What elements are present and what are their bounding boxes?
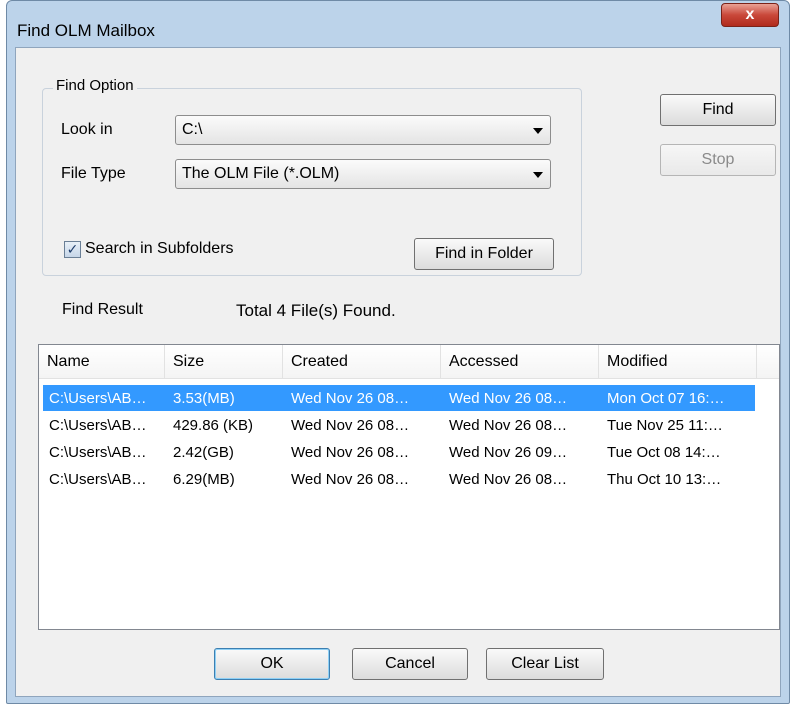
file-type-dropdown[interactable]: The OLM File (*.OLM) — [175, 159, 551, 189]
cancel-label: Cancel — [385, 655, 435, 672]
close-icon: x — [745, 6, 755, 23]
cell-modified: Thu Oct 10 13:… — [607, 470, 722, 488]
table-row[interactable]: C:\Users\AB… 6.29(MB) Wed Nov 26 08… Wed… — [43, 466, 755, 492]
ok-label: OK — [260, 655, 284, 672]
chevron-down-icon — [533, 172, 543, 178]
table-row[interactable]: C:\Users\AB… 3.53(MB) Wed Nov 26 08… Wed… — [43, 385, 755, 411]
look-in-dropdown[interactable]: C:\ — [175, 115, 551, 145]
cell-accessed: Wed Nov 26 08… — [449, 416, 568, 434]
cell-created: Wed Nov 26 08… — [291, 443, 410, 461]
column-created-label: Created — [291, 353, 348, 370]
cell-name: C:\Users\AB… — [49, 389, 147, 407]
close-button[interactable]: x — [721, 3, 779, 27]
column-size-label: Size — [173, 353, 205, 370]
column-header-size[interactable]: Size — [165, 345, 283, 379]
cell-name: C:\Users\AB… — [49, 470, 147, 488]
cell-size: 6.29(MB) — [173, 470, 235, 488]
title-bar[interactable]: Find OLM Mailbox x — [7, 1, 789, 47]
find-label: Find — [702, 101, 734, 118]
clear-list-label: Clear List — [511, 655, 579, 672]
ok-button[interactable]: OK — [214, 648, 330, 680]
cell-accessed: Wed Nov 26 08… — [449, 389, 568, 407]
column-header-accessed[interactable]: Accessed — [441, 345, 599, 379]
chevron-down-icon — [533, 128, 543, 134]
dialog-body: Find Option Look in C:\ File Type The OL… — [15, 47, 781, 697]
window-title: Find OLM Mailbox — [17, 21, 155, 40]
stop-button[interactable]: Stop — [660, 144, 776, 176]
column-header-modified[interactable]: Modified — [599, 345, 757, 379]
column-modified-label: Modified — [607, 353, 668, 370]
column-header-name[interactable]: Name — [39, 345, 165, 379]
cell-size: 429.86 (KB) — [173, 416, 254, 434]
cell-name: C:\Users\AB… — [49, 443, 147, 461]
column-name-label: Name — [47, 353, 90, 370]
search-subfolders-checkbox[interactable]: ✓ Search in Subfolders — [64, 240, 234, 258]
results-list[interactable]: Name Size Created Accessed Modified C:\U… — [38, 344, 780, 630]
cell-name: C:\Users\AB… — [49, 416, 147, 434]
file-type-value: The OLM File (*.OLM) — [182, 165, 340, 182]
look-in-label: Look in — [61, 121, 113, 138]
search-subfolders-label: Search in Subfolders — [85, 240, 234, 257]
cell-size: 2.42(GB) — [173, 443, 234, 461]
find-result-summary: Total 4 File(s) Found. — [236, 301, 396, 320]
column-accessed-label: Accessed — [449, 353, 519, 370]
find-in-folder-button[interactable]: Find in Folder — [414, 238, 554, 270]
file-type-label: File Type — [61, 165, 126, 182]
cell-modified: Tue Oct 08 14:… — [607, 443, 721, 461]
stop-label: Stop — [701, 151, 735, 168]
find-olm-mailbox-window: Find OLM Mailbox x Find Option Look in C… — [6, 0, 790, 704]
table-row[interactable]: C:\Users\AB… 429.86 (KB) Wed Nov 26 08… … — [43, 412, 755, 438]
checkmark-icon: ✓ — [64, 240, 81, 258]
cell-modified: Tue Nov 25 11:… — [607, 416, 723, 434]
find-in-folder-label: Find in Folder — [435, 245, 533, 262]
results-header: Name Size Created Accessed Modified — [39, 345, 779, 379]
cancel-button[interactable]: Cancel — [352, 648, 468, 680]
find-button[interactable]: Find — [660, 94, 776, 126]
cell-created: Wed Nov 26 08… — [291, 416, 410, 434]
column-header-created[interactable]: Created — [283, 345, 441, 379]
table-row[interactable]: C:\Users\AB… 2.42(GB) Wed Nov 26 08… Wed… — [43, 439, 755, 465]
clear-list-button[interactable]: Clear List — [486, 648, 604, 680]
cell-created: Wed Nov 26 08… — [291, 470, 410, 488]
cell-modified: Mon Oct 07 16:… — [607, 389, 725, 407]
cell-accessed: Wed Nov 26 09… — [449, 443, 568, 461]
find-option-legend: Find Option — [53, 77, 137, 94]
cell-created: Wed Nov 26 08… — [291, 389, 410, 407]
find-result-label: Find Result — [62, 301, 143, 318]
cell-accessed: Wed Nov 26 08… — [449, 470, 568, 488]
cell-size: 3.53(MB) — [173, 389, 235, 407]
look-in-value: C:\ — [182, 121, 203, 138]
